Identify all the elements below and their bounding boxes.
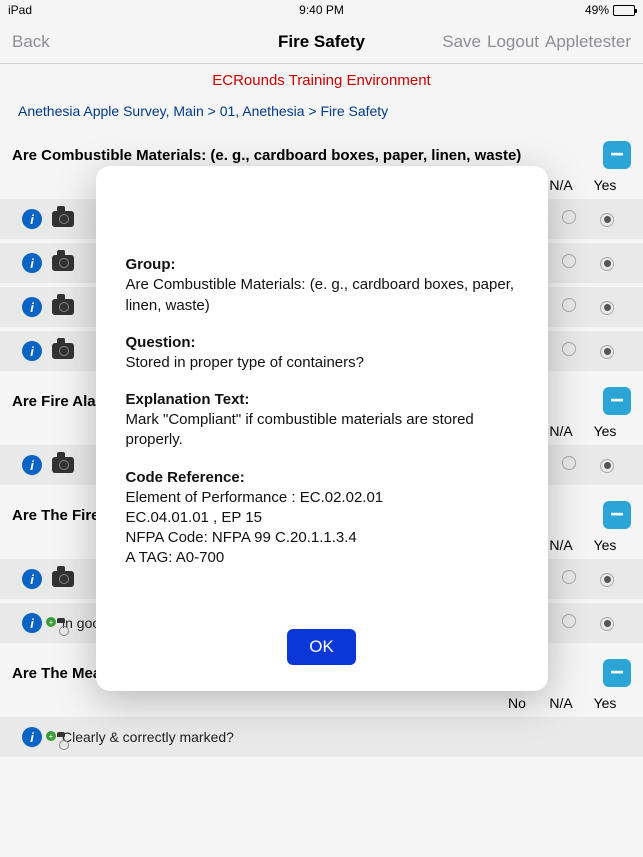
info-icon[interactable]: i: [22, 569, 42, 589]
status-bar: iPad 9:40 PM 49%: [0, 0, 643, 20]
col-yes: Yes: [591, 695, 619, 711]
info-icon[interactable]: i: [22, 727, 42, 747]
info-icon[interactable]: i: [22, 341, 42, 361]
camera-icon[interactable]: [52, 299, 74, 315]
col-na: N/A: [547, 423, 575, 439]
modal-explanation: Mark "Compliant" if combustible material…: [126, 410, 518, 451]
info-modal: Group: Are Combustible Materials: (e. g.…: [96, 166, 548, 690]
battery-percent: 49%: [585, 3, 609, 17]
row-text: Clearly & correctly marked?: [62, 729, 621, 745]
radio-yes[interactable]: [600, 257, 614, 271]
info-icon[interactable]: i: [22, 455, 42, 475]
radio-yes[interactable]: [600, 345, 614, 359]
modal-question-label: Question:: [126, 334, 518, 351]
modal-group-label: Group:: [126, 256, 518, 273]
camera-icon[interactable]: [52, 343, 74, 359]
radio-yes[interactable]: [600, 301, 614, 315]
modal-explanation-label: Explanation Text:: [126, 391, 518, 408]
modal-coderef-label: Code Reference:: [126, 469, 518, 486]
clock: 9:40 PM: [299, 3, 344, 17]
breadcrumb[interactable]: Anethesia Apple Survey, Main > 01, Aneth…: [0, 97, 643, 137]
radio-na[interactable]: [562, 614, 576, 628]
training-banner: ECRounds Training Environment: [0, 64, 643, 97]
col-yes: Yes: [591, 537, 619, 553]
modal-group: Are Combustible Materials: (e. g., cardb…: [126, 275, 518, 316]
camera-icon[interactable]: [52, 571, 74, 587]
radio-na[interactable]: [562, 254, 576, 268]
col-na: N/A: [547, 537, 575, 553]
battery-icon: [613, 5, 635, 16]
info-icon[interactable]: i: [22, 209, 42, 229]
section-title: Are Combustible Materials: (e. g., cardb…: [12, 147, 521, 164]
section-title: Are Fire Alar: [12, 393, 101, 410]
col-na: N/A: [547, 177, 575, 193]
info-icon[interactable]: i: [22, 613, 42, 633]
radio-na[interactable]: [562, 342, 576, 356]
col-na: N/A: [547, 695, 575, 711]
collapse-button[interactable]: −: [603, 387, 631, 415]
ok-button[interactable]: OK: [287, 629, 356, 665]
camera-icon[interactable]: [52, 211, 74, 227]
radio-na[interactable]: [562, 298, 576, 312]
collapse-button[interactable]: −: [603, 141, 631, 169]
radio-na[interactable]: [562, 210, 576, 224]
camera-icon[interactable]: [52, 457, 74, 473]
logout-button[interactable]: Logout: [487, 32, 539, 52]
info-icon[interactable]: i: [22, 297, 42, 317]
radio-yes[interactable]: [600, 573, 614, 587]
nav-bar: Back Fire Safety Save Logout Appletester: [0, 20, 643, 64]
radio-yes[interactable]: [600, 459, 614, 473]
column-headers: No N/A Yes: [0, 691, 643, 717]
modal-coderef: Element of Performance : EC.02.02.01 EC.…: [126, 488, 518, 569]
col-yes: Yes: [591, 423, 619, 439]
collapse-button[interactable]: −: [603, 659, 631, 687]
radio-yes[interactable]: [600, 213, 614, 227]
info-icon[interactable]: i: [22, 253, 42, 273]
user-label[interactable]: Appletester: [545, 32, 631, 52]
camera-icon[interactable]: [52, 255, 74, 271]
page-title: Fire Safety: [278, 32, 365, 52]
save-button[interactable]: Save: [442, 32, 481, 52]
col-yes: Yes: [591, 177, 619, 193]
back-button[interactable]: Back: [12, 32, 50, 52]
col-no: No: [503, 695, 531, 711]
radio-yes[interactable]: [600, 617, 614, 631]
collapse-button[interactable]: −: [603, 501, 631, 529]
radio-na[interactable]: [562, 570, 576, 584]
modal-question: Stored in proper type of containers?: [126, 353, 518, 373]
radio-na[interactable]: [562, 456, 576, 470]
device-label: iPad: [8, 3, 32, 17]
question-row: i + Clearly & correctly marked?: [0, 717, 643, 757]
status-right: 49%: [585, 3, 635, 17]
section-title: Are The Fire: [12, 507, 100, 524]
